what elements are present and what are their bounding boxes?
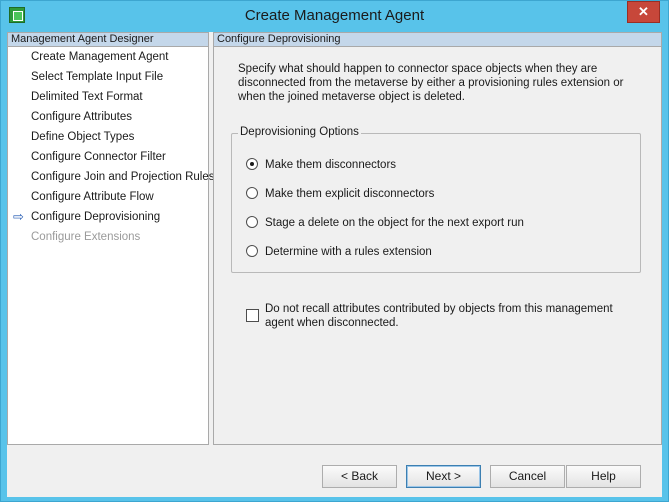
option-make-disconnectors[interactable]: Make them disconnectors [246,157,396,173]
deprovisioning-options-group: Deprovisioning Options Make them disconn… [231,126,641,273]
step-configure-join-projection-rules[interactable]: Configure Join and Projection Rules [8,167,214,187]
step-label: Configure Connector Filter [31,151,166,163]
option-make-explicit-disconnectors[interactable]: Make them explicit disconnectors [246,186,434,202]
step-label: Configure Attributes [31,111,133,123]
group-label: Deprovisioning Options [238,126,361,138]
step-label: Define Object Types [31,131,135,143]
dialog-client-area: Management Agent Designer Create Managem… [7,32,662,497]
window-title: Create Management Agent [244,7,425,24]
close-button[interactable]: ✕ [627,1,660,23]
sidebar-header: Management Agent Designer [8,33,208,47]
step-select-template-input-file[interactable]: Select Template Input File [8,67,208,87]
close-icon: ✕ [638,4,649,19]
cancel-button[interactable]: Cancel [490,465,565,488]
option-label: Determine with a rules extension [265,246,432,258]
option-stage-delete[interactable]: Stage a delete on the object for the nex… [246,215,524,231]
page-title: Configure Deprovisioning [214,33,661,47]
step-define-object-types[interactable]: Define Object Types [8,127,208,147]
wizard-footer: < Back Next > Cancel Help [213,445,662,497]
step-label: Delimited Text Format [31,91,143,103]
deprovisioning-panel: Configure Deprovisioning Specify what sh… [213,32,662,445]
step-configure-attribute-flow[interactable]: Configure Attribute Flow [8,187,208,207]
radio-button[interactable] [246,187,258,199]
option-label: Make them explicit disconnectors [265,188,435,200]
step-label: Configure Deprovisioning [31,211,161,223]
radio-button[interactable] [246,216,258,228]
steps-list: Create Management Agent Select Template … [8,47,214,247]
next-button[interactable]: Next > [406,465,481,488]
create-management-agent-window: Create Management Agent ✕ Management Age… [0,0,669,502]
step-label: Configure Extensions [31,231,141,243]
designer-steps-panel: Management Agent Designer Create Managem… [7,32,214,445]
option-label: Stage a delete on the object for the nex… [265,217,524,229]
step-label: Create Management Agent [31,51,169,63]
step-delimited-text-format[interactable]: Delimited Text Format [8,87,208,107]
step-configure-connector-filter[interactable]: Configure Connector Filter [8,147,208,167]
step-configure-extensions: Configure Extensions [8,227,208,247]
description-text: Specify what should happen to connector … [238,63,624,103]
help-button[interactable]: Help [566,465,641,488]
step-label: Select Template Input File [31,71,164,83]
step-create-management-agent[interactable]: Create Management Agent [8,47,208,67]
title-bar[interactable]: Create Management Agent ✕ [1,1,668,32]
step-label: Configure Attribute Flow [31,191,154,203]
checkbox-label: Do not recall attributes contributed by … [265,303,613,329]
radio-button[interactable] [246,245,258,257]
step-configure-attributes[interactable]: Configure Attributes [8,107,208,127]
current-step-arrow-icon: ⇨ [13,209,24,224]
step-configure-deprovisioning[interactable]: ⇨ Configure Deprovisioning [8,207,208,227]
back-button[interactable]: < Back [322,465,397,488]
option-rules-extension[interactable]: Determine with a rules extension [246,244,432,260]
step-label: Configure Join and Projection Rules [31,171,215,183]
do-not-recall-checkbox[interactable] [246,309,259,322]
option-label: Make them disconnectors [265,159,397,171]
radio-button-selected[interactable] [246,158,258,170]
